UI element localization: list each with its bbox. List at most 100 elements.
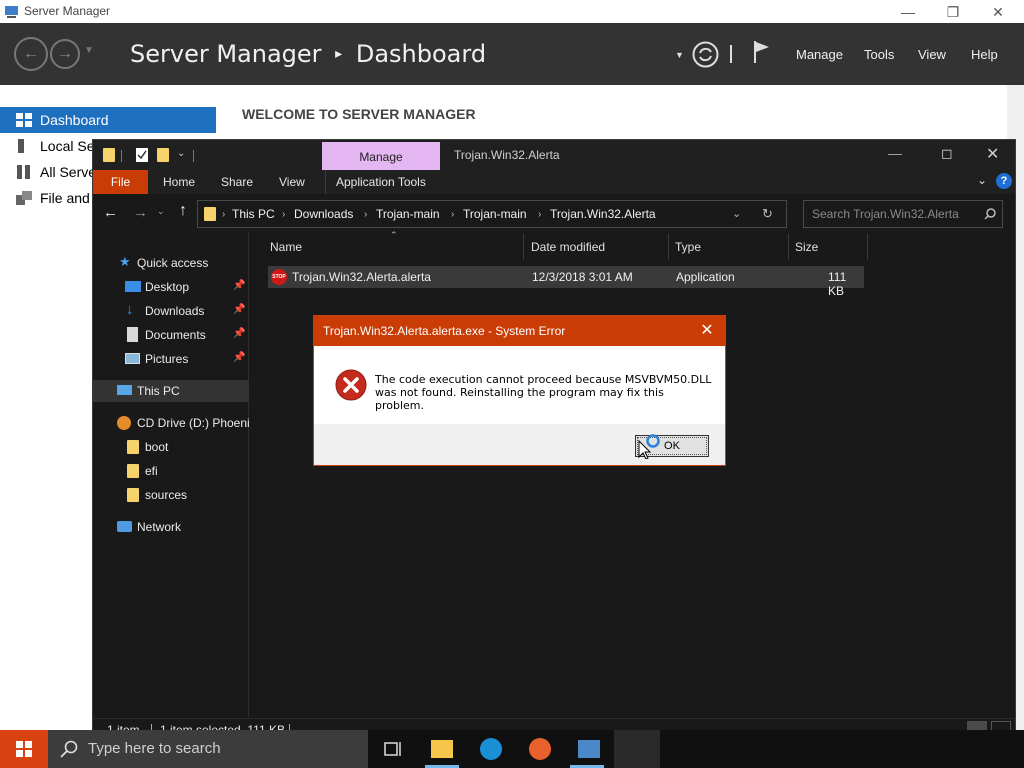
nav-label: Documents (145, 328, 206, 342)
dialog-title: Trojan.Win32.Alerta.alerta.exe - System … (323, 324, 566, 338)
search-icon (60, 740, 78, 758)
column-divider[interactable] (523, 234, 524, 260)
refresh-icon[interactable]: ↻ (762, 206, 773, 222)
qat-dropdown-icon[interactable]: ⌄ (177, 148, 185, 159)
sidebar-item-label: All Serve (40, 164, 97, 180)
close-button[interactable]: ✕ (975, 2, 1021, 22)
explorer-titlebar: ⌄ Manage Trojan.Win32.Alerta — ◻ ✕ (93, 140, 1015, 170)
task-view-icon[interactable] (382, 738, 404, 760)
notifications-flag-icon[interactable] (752, 39, 772, 65)
breadcrumb-trojan-win32[interactable]: Trojan.Win32.Alerta (550, 207, 656, 221)
taskbar-search[interactable]: Type here to search (48, 730, 368, 768)
folder-icon (103, 148, 115, 162)
nav-downloads[interactable]: ↓ Downloads 📌 (93, 300, 249, 322)
document-icon (127, 327, 138, 342)
search-icon[interactable] (984, 208, 996, 220)
maximize-button[interactable]: ❐ (930, 2, 976, 22)
start-button[interactable] (0, 730, 48, 768)
column-header-name[interactable]: Name (270, 240, 302, 254)
contextual-tab-manage[interactable]: Manage (322, 142, 440, 170)
expand-ribbon-icon[interactable]: ⌄ (977, 173, 987, 187)
column-header-size[interactable]: Size (795, 240, 818, 254)
nav-quick-access[interactable]: ★ Quick access (93, 252, 249, 274)
nav-folder-boot[interactable]: boot (93, 436, 249, 458)
refresh-icon[interactable] (692, 41, 719, 68)
nav-folder-efi[interactable]: efi (93, 460, 249, 482)
nav-this-pc[interactable]: This PC (93, 380, 249, 402)
menu-help[interactable]: Help (971, 47, 998, 62)
up-arrow-icon[interactable]: ↑ (179, 202, 187, 220)
folder-icon (127, 464, 139, 478)
pin-icon[interactable]: 📌 (233, 304, 245, 315)
column-header-type[interactable]: Type (675, 240, 701, 254)
search-field[interactable]: Search Trojan.Win32.Alerta (803, 200, 1003, 228)
sidebar-item-dashboard[interactable]: Dashboard (0, 107, 216, 133)
forward-arrow-icon[interactable]: → (133, 204, 148, 221)
forward-arrow-icon[interactable]: → (50, 39, 80, 69)
properties-icon[interactable] (135, 147, 149, 163)
cd-drive-icon (117, 416, 131, 430)
firefox-icon[interactable] (529, 738, 551, 760)
breadcrumb-separator: › (364, 209, 368, 220)
column-divider[interactable] (668, 234, 669, 260)
column-header-date[interactable]: Date modified (531, 240, 605, 254)
nav-desktop[interactable]: Desktop 📌 (93, 276, 249, 298)
qat-divider (121, 150, 122, 162)
edge-icon[interactable] (480, 738, 502, 760)
breadcrumb-this-pc[interactable]: This PC (232, 207, 275, 221)
breadcrumb-downloads[interactable]: Downloads (294, 207, 353, 221)
welcome-heading: WELCOME TO SERVER MANAGER (242, 106, 476, 122)
sidebar-item-label: Local Se (40, 138, 95, 154)
pin-icon[interactable]: 📌 (233, 280, 245, 291)
nav-label: Desktop (145, 280, 190, 294)
nav-label: Pictures (145, 352, 189, 366)
file-explorer-taskbar-icon[interactable] (431, 740, 453, 758)
nav-pictures[interactable]: Pictures 📌 (93, 348, 249, 370)
server-manager-header: ← → ▼ Server Manager ▸ Dashboard ▼ Manag… (0, 23, 1024, 85)
column-divider[interactable] (788, 234, 789, 260)
network-icon (117, 521, 132, 532)
pin-icon[interactable]: 📌 (233, 352, 245, 363)
menu-view[interactable]: View (918, 47, 946, 62)
error-icon (335, 369, 367, 401)
server-manager-taskbar-icon[interactable] (578, 740, 600, 758)
tab-view[interactable]: View (269, 170, 315, 194)
explorer-minimize-button[interactable]: — (888, 145, 902, 161)
file-type: Application (676, 270, 735, 284)
dialog-close-button[interactable]: ✕ (694, 320, 720, 342)
back-arrow-icon[interactable]: ← (103, 204, 118, 221)
nav-documents[interactable]: Documents 📌 (93, 324, 249, 346)
breadcrumb-trojan-main-2[interactable]: Trojan-main (463, 207, 527, 221)
table-row[interactable]: STOP Trojan.Win32.Alerta.alerta 12/3/201… (268, 266, 864, 298)
nav-folder-sources[interactable]: sources (93, 484, 249, 506)
breadcrumb-trojan-main[interactable]: Trojan-main (376, 207, 440, 221)
help-icon[interactable]: ? (996, 173, 1012, 189)
nav-cd-drive[interactable]: CD Drive (D:) Phoenix (93, 412, 256, 434)
server-manager-icon (5, 6, 18, 18)
nav-network[interactable]: Network (93, 516, 249, 538)
new-folder-icon[interactable] (157, 148, 169, 162)
taskbar-app-button[interactable] (614, 730, 660, 768)
menu-manage[interactable]: Manage (796, 47, 843, 62)
address-bar[interactable]: › This PC › Downloads › Trojan-main › Tr… (197, 200, 787, 228)
nav-label: Quick access (137, 256, 209, 270)
tab-application-tools[interactable]: Application Tools (325, 170, 436, 194)
history-dropdown-icon[interactable]: ▼ (84, 45, 94, 56)
back-arrow-icon[interactable]: ← (14, 37, 48, 71)
recent-dropdown-icon[interactable]: ⌄ (157, 206, 165, 217)
minimize-button[interactable]: — (885, 2, 931, 22)
refresh-dropdown-icon[interactable]: ▼ (675, 50, 684, 60)
tab-home[interactable]: Home (153, 170, 205, 194)
tab-share[interactable]: Share (211, 170, 263, 194)
explorer-maximize-button[interactable]: ◻ (941, 145, 953, 162)
column-divider[interactable] (867, 234, 868, 260)
explorer-close-button[interactable]: ✕ (986, 144, 999, 164)
address-dropdown-icon[interactable]: ⌄ (732, 207, 741, 220)
header-divider (730, 45, 732, 63)
breadcrumb: Server Manager ▸ Dashboard (130, 40, 486, 68)
menu-tools[interactable]: Tools (864, 47, 894, 62)
tab-file[interactable]: File (93, 170, 148, 194)
pin-icon[interactable]: 📌 (233, 328, 245, 339)
nav-label: efi (145, 464, 158, 478)
stop-sign-icon: STOP (271, 269, 287, 285)
